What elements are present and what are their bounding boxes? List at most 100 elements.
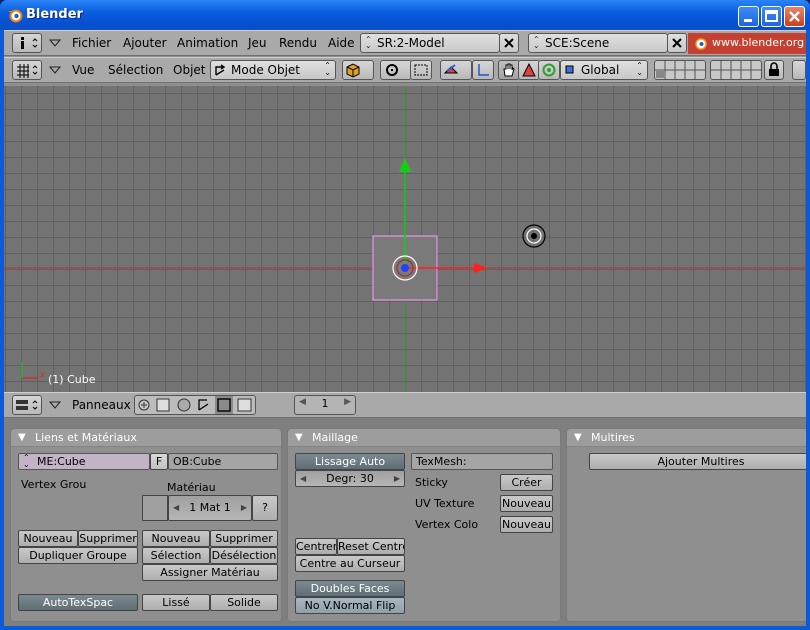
- arrow-right-icon: ▶: [344, 397, 351, 407]
- smooth-degree-field[interactable]: ◀ Degr: 30 ▶: [295, 470, 405, 487]
- triangle-icon: [522, 62, 536, 77]
- pivot-selector[interactable]: [380, 60, 412, 80]
- center-button[interactable]: Centrer: [295, 538, 337, 555]
- menu-vue[interactable]: Vue: [72, 61, 94, 80]
- uv-texture-label: UV Texture: [415, 497, 475, 510]
- rotate-manip-button[interactable]: [518, 60, 540, 80]
- object-name-field[interactable]: OB:Cube: [168, 453, 278, 470]
- collapse-menu-icon[interactable]: [49, 39, 61, 47]
- draw-type-selector[interactable]: [342, 60, 374, 80]
- delete-screen-button[interactable]: [499, 33, 519, 53]
- arrow-right-icon: ▶: [240, 503, 247, 512]
- material-color-swatch[interactable]: [142, 495, 168, 521]
- menu-aide[interactable]: Aide: [328, 34, 355, 53]
- vcol-new-button[interactable]: Nouveau: [500, 516, 553, 533]
- collapse-menu-icon[interactable]: [49, 401, 61, 409]
- uv-new-button[interactable]: Nouveau: [500, 495, 553, 512]
- collapse-menu-icon[interactable]: [49, 66, 61, 74]
- arrow-left-icon: ◀: [173, 503, 180, 512]
- app-window: Blender Fichier Ajouter Animation Jeu Re: [0, 0, 810, 630]
- context-icons: [138, 396, 252, 414]
- grab-manip-button[interactable]: [498, 60, 520, 80]
- buttons-window-icon: [16, 400, 38, 410]
- 3d-viewport[interactable]: x (1) Cube: [4, 86, 806, 392]
- menu-animation[interactable]: Animation: [177, 34, 238, 53]
- blender-client: Fichier Ajouter Animation Jeu Rendu Aide…: [4, 30, 806, 626]
- vertex-color-label: Vertex Colo: [415, 518, 479, 531]
- lock-layers-button[interactable]: [764, 60, 784, 80]
- minimize-button[interactable]: [738, 6, 759, 27]
- panel-header[interactable]: ▼ Multires: [567, 429, 806, 447]
- center-cursor-button[interactable]: Centre au Curseur: [295, 555, 405, 572]
- frame-number-field[interactable]: ◀ 1 ▶: [294, 395, 356, 415]
- mode-selector[interactable]: Mode Objet ⌃ ⌄: [210, 60, 336, 80]
- menu-jeu[interactable]: Jeu: [248, 34, 267, 53]
- auto-smooth-toggle[interactable]: Lissage Auto: [295, 453, 405, 470]
- pivot-icon: [386, 64, 398, 76]
- double-sided-toggle[interactable]: Doubles Faces: [295, 580, 405, 597]
- menu-objet[interactable]: Objet: [173, 61, 205, 80]
- close-icon: [672, 38, 682, 48]
- blender-url: www.blender.org: [712, 36, 805, 49]
- material-label: Matériau: [167, 481, 216, 494]
- object-icon: [198, 399, 209, 411]
- updown-icon: ⌃ ⌄: [636, 61, 643, 77]
- axis-corner-icon: [478, 64, 489, 76]
- widget-toggle-button[interactable]: [410, 60, 432, 80]
- orientation-selector[interactable]: Global ⌃ ⌄: [560, 60, 648, 80]
- object-mode-icon: [215, 64, 226, 76]
- reset-center-button[interactable]: Reset Centre: [337, 538, 405, 555]
- sticky-create-button[interactable]: Créer: [500, 474, 553, 491]
- menu-rendu[interactable]: Rendu: [279, 34, 317, 53]
- blender-url-banner[interactable]: www.blender.org: [688, 33, 806, 54]
- solid-cube-icon: [346, 63, 360, 78]
- viewport-canvas[interactable]: x: [4, 86, 806, 392]
- autotexspace-toggle[interactable]: AutoTexSpac: [18, 594, 138, 611]
- mesh-name-field[interactable]: ⌃ ⌄ ME:Cube: [18, 453, 150, 470]
- material-new-button[interactable]: Nouveau: [142, 530, 210, 547]
- title-bar[interactable]: Blender: [0, 0, 810, 30]
- scale-manip-button[interactable]: [538, 60, 560, 80]
- editor-type-info-button[interactable]: [12, 33, 42, 53]
- editor-type-buttons-button[interactable]: [12, 395, 42, 415]
- menu-fichier[interactable]: Fichier: [72, 34, 111, 53]
- set-smooth-button[interactable]: Lissé: [142, 594, 210, 611]
- material-help-button[interactable]: ?: [252, 495, 278, 521]
- texmesh-field[interactable]: TexMesh:: [411, 453, 553, 470]
- translate-manip-button[interactable]: [472, 60, 494, 80]
- lock-icon: [769, 62, 779, 76]
- ring-icon: [542, 63, 556, 77]
- material-index-selector[interactable]: ◀ 1 Mat 1 ▶: [168, 495, 252, 521]
- vgroup-delete-button[interactable]: Supprimer: [78, 530, 138, 547]
- duplicate-group-button[interactable]: Dupliquer Groupe: [18, 547, 138, 564]
- grid-icon: [17, 64, 38, 78]
- editor-type-3dview-button[interactable]: [12, 60, 42, 80]
- maximize-button[interactable]: [761, 6, 782, 27]
- fake-user-button[interactable]: F: [150, 453, 168, 470]
- panel-header[interactable]: ▼ Maillage: [288, 429, 560, 447]
- material-delete-button[interactable]: Supprimer: [210, 530, 278, 547]
- layer-buttons-group-1[interactable]: [654, 60, 706, 80]
- menu-ajouter[interactable]: Ajouter: [123, 34, 167, 53]
- screen-selector[interactable]: ⌃ ⌄ SR:2-Model: [360, 33, 500, 53]
- add-multires-button[interactable]: Ajouter Multires: [589, 453, 806, 470]
- no-vnormal-flip-toggle[interactable]: No V.Normal Flip: [295, 597, 405, 614]
- material-select-button[interactable]: Sélection: [142, 547, 210, 564]
- buttons-header: Panneaux ◀ 1 ▶: [4, 392, 806, 418]
- updown-icon: ⌃ ⌄: [365, 35, 372, 50]
- material-deselect-button[interactable]: Désélection: [210, 547, 278, 564]
- menu-panneaux[interactable]: Panneaux: [72, 396, 131, 415]
- vgroup-new-button[interactable]: Nouveau: [18, 530, 78, 547]
- close-window-button[interactable]: [784, 6, 805, 27]
- manipulator-toggle[interactable]: [440, 60, 472, 80]
- render-preview-button[interactable]: [792, 60, 806, 80]
- delete-scene-button[interactable]: [667, 33, 687, 53]
- assign-material-button[interactable]: Assigner Matériau: [142, 564, 278, 581]
- menu-selection[interactable]: Sélection: [108, 61, 163, 80]
- scene-selector[interactable]: ⌃ ⌄ SCE:Scene: [528, 33, 668, 53]
- hand-icon: [503, 63, 515, 77]
- panel-header[interactable]: ▼ Liens et Matériaux: [11, 429, 281, 447]
- layer-buttons-group-2[interactable]: [710, 60, 762, 80]
- blender-logo-icon: [695, 38, 707, 50]
- set-solid-button[interactable]: Solide: [210, 594, 278, 611]
